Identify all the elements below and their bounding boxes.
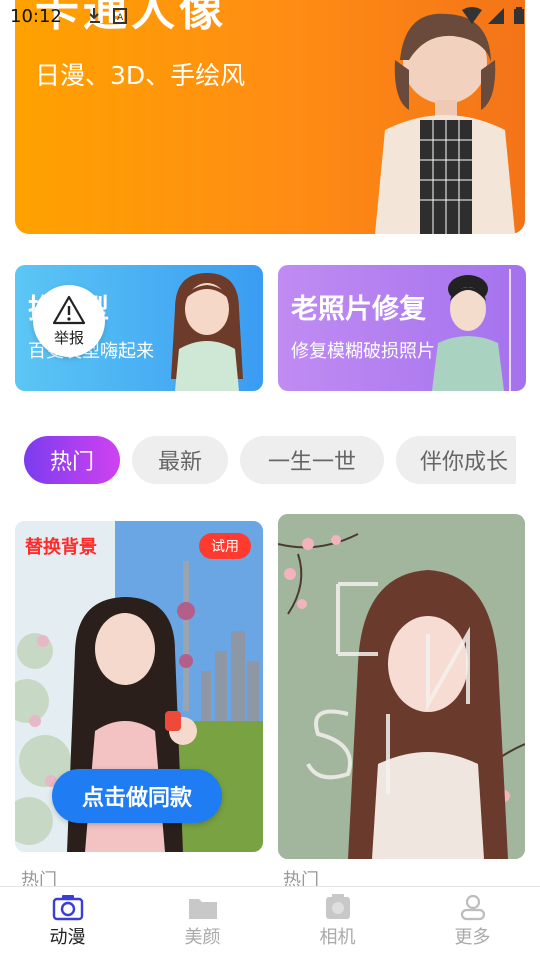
bottom-navigation: 动漫 美颜 相机 更多 [0,886,540,961]
template-tile-replace-bg[interactable]: 替换背景 试用 点击做同款 [15,521,263,852]
nav-label-beauty: 美颜 [184,927,221,948]
tab-latest[interactable]: 最新 [132,436,228,484]
nav-label-more: 更多 [454,927,491,948]
spring-portrait-image [278,514,525,859]
signal-battery-icons [462,7,524,24]
report-button[interactable]: 举报 [33,285,105,357]
user-icon [460,894,485,921]
photo-restore-card[interactable]: 老照片修复 修复模糊破损照片 [278,265,526,391]
restore-model-illustration [432,269,511,391]
camera-square-icon [325,894,350,919]
nav-item-beauty[interactable]: 美颜 [135,893,270,955]
camera-icon [52,895,83,921]
warning-icon [52,295,86,324]
replace-bg-badge: 替换背景 [25,537,97,558]
nav-label-anime: 动漫 [49,927,86,948]
card-title-restore: 老照片修复 [291,294,426,325]
hairstyle-model-illustration [171,273,243,391]
svg-text:A: A [117,13,124,23]
make-same-button[interactable]: 点击做同款 [52,769,222,823]
nav-item-more[interactable]: 更多 [405,893,540,955]
download-notification-icon: A [90,8,127,24]
nav-item-anime[interactable]: 动漫 [0,893,135,955]
hero-banner[interactable]: 卡通人像 日漫、3D、手绘风 [15,0,525,234]
tab-lifetime[interactable]: 一生一世 [240,436,384,484]
template-tile-spring[interactable] [278,514,525,859]
folder-icon [188,899,217,919]
trial-badge: 试用 [199,533,251,559]
card-subtitle-restore: 修复模糊破损照片 [291,341,435,362]
status-time: 10:12 [10,6,62,27]
tab-hot[interactable]: 热门 [24,436,120,484]
hero-subtitle: 日漫、3D、手绘风 [35,61,246,90]
hero-portrait-illustration [375,13,515,234]
nav-label-camera: 相机 [319,927,356,948]
report-label: 举报 [53,328,84,347]
tab-growing[interactable]: 伴你成长 [396,436,516,484]
nav-item-camera[interactable]: 相机 [270,893,405,955]
